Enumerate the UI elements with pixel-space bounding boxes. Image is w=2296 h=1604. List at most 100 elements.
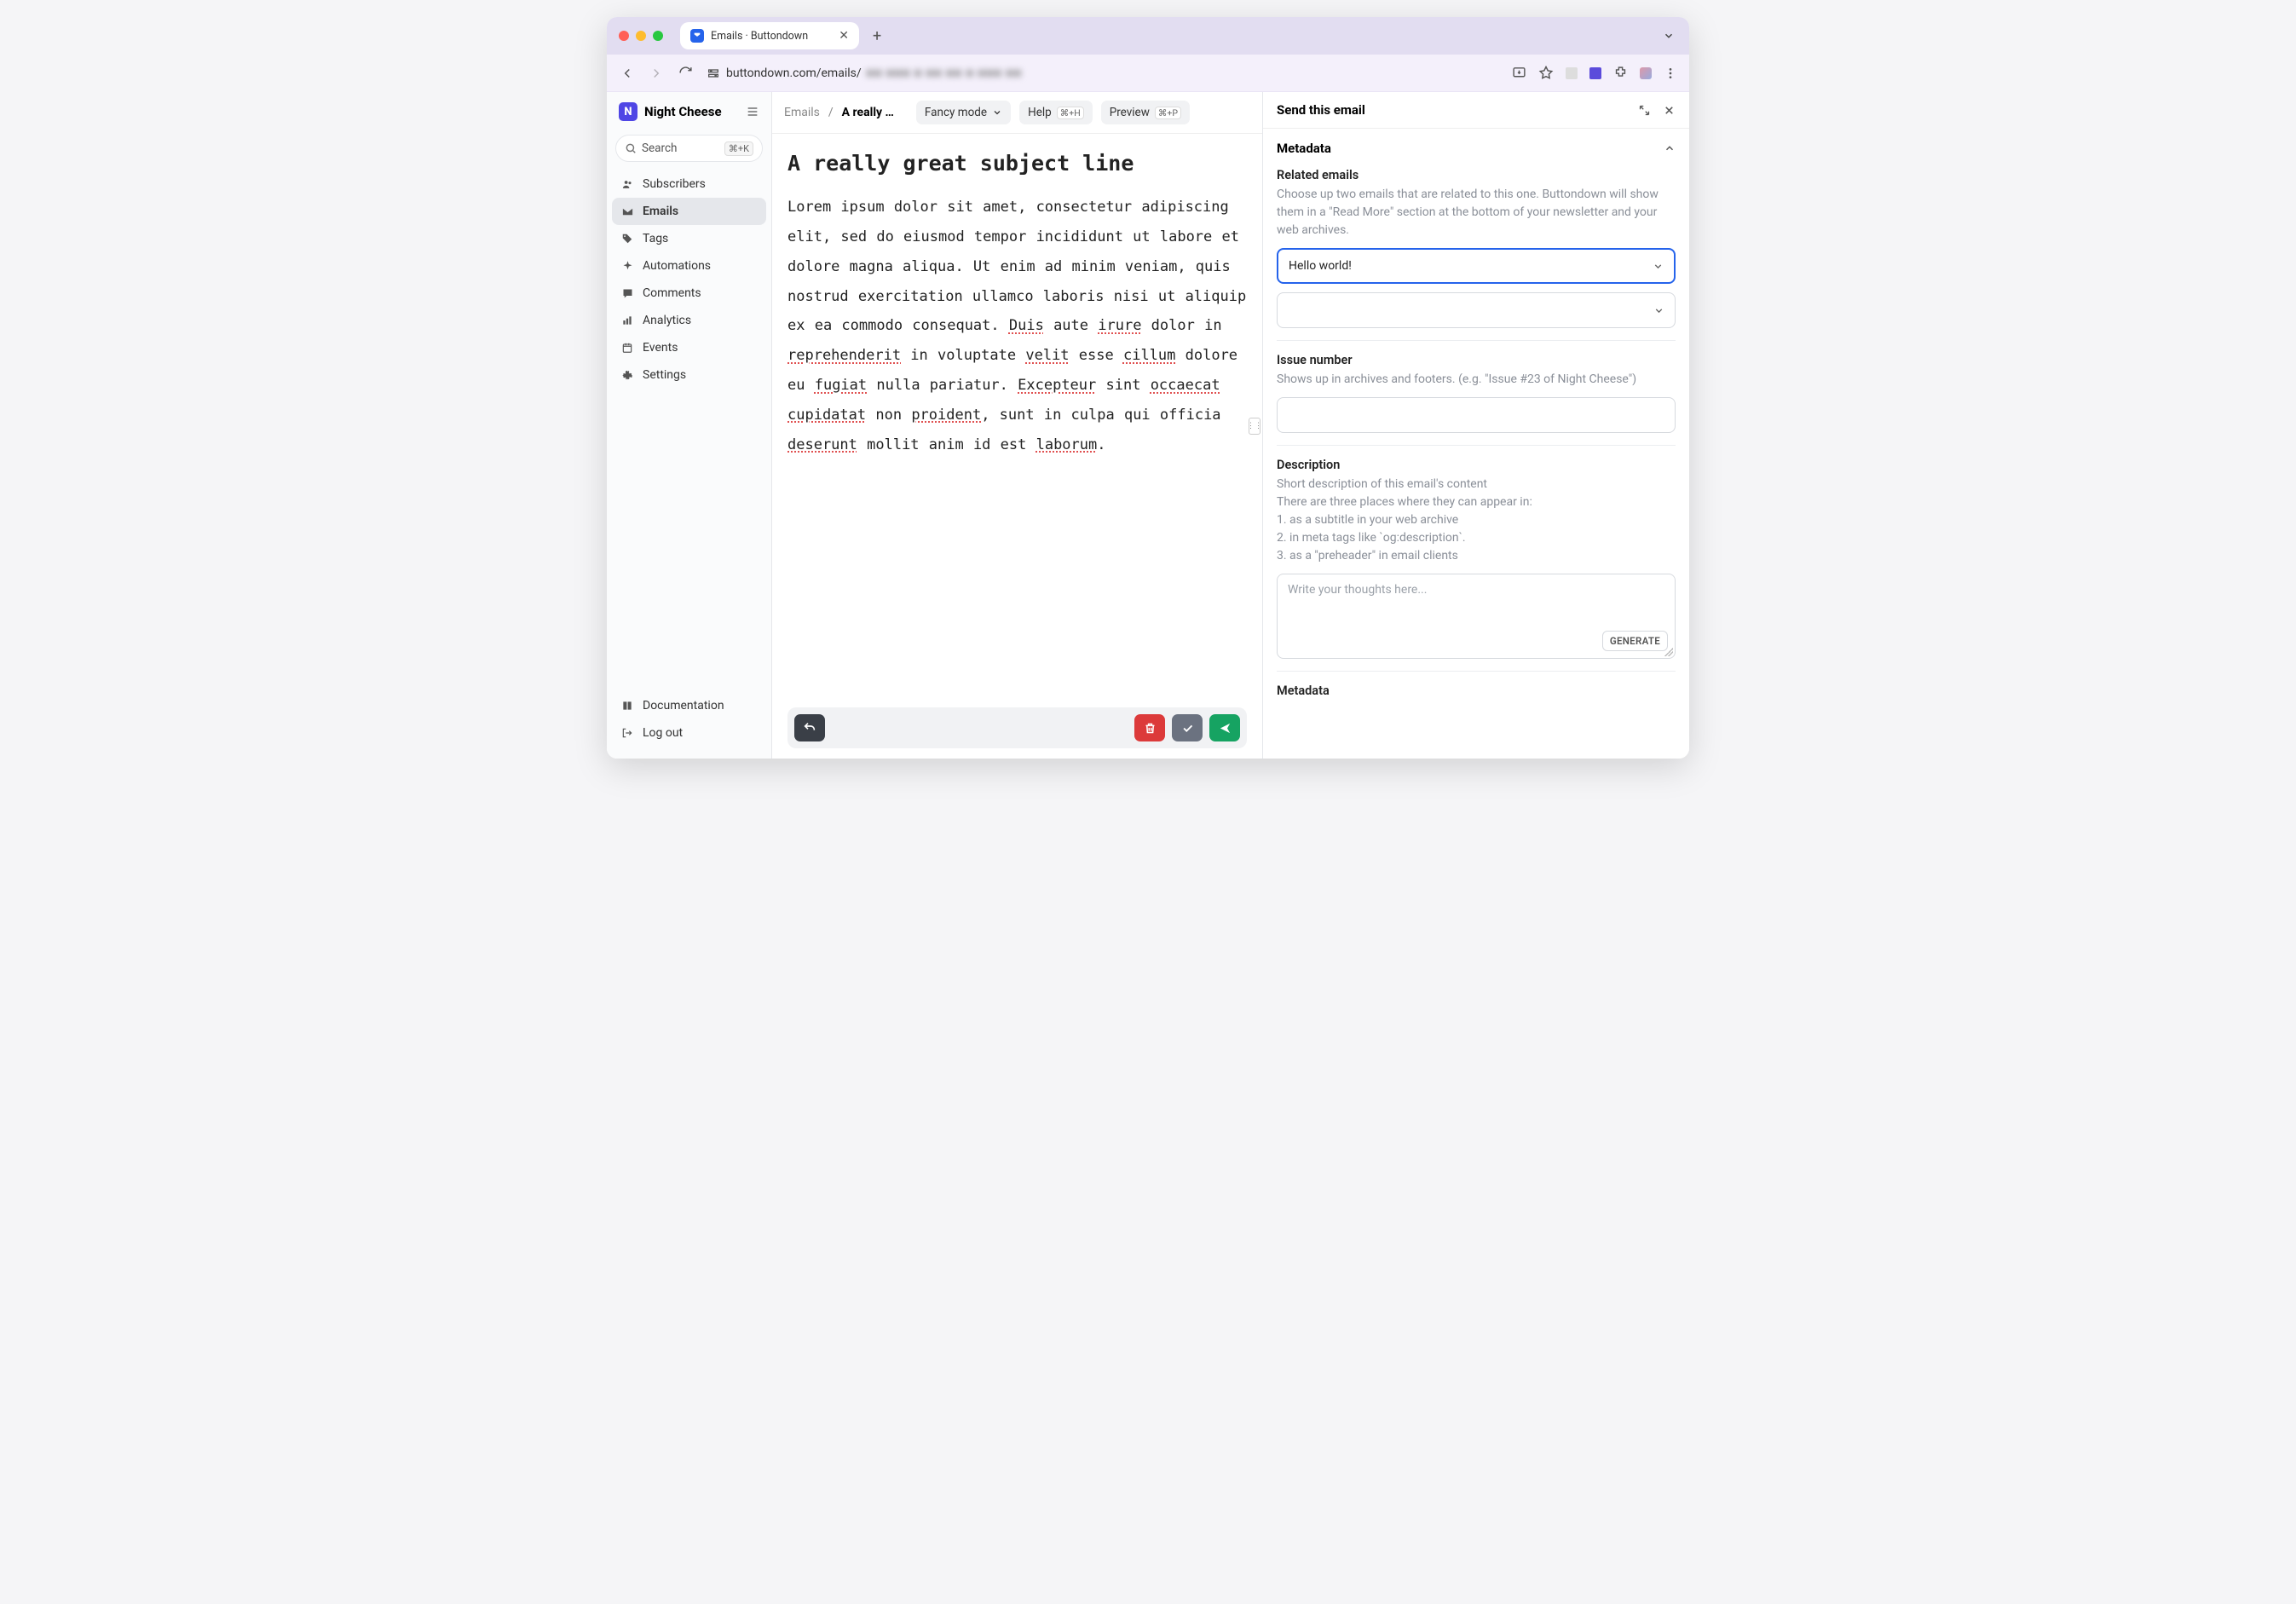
related-emails-label: Related emails [1277, 168, 1676, 182]
tab-overflow-icon[interactable] [1660, 30, 1677, 42]
users-icon [620, 178, 634, 191]
window-traffic-lights [619, 31, 663, 41]
sidebar-item-events[interactable]: Events [612, 334, 766, 361]
sidebar-item-documentation[interactable]: Documentation [612, 692, 766, 719]
subject-input[interactable]: A really great subject line [787, 151, 1247, 176]
preview-button[interactable]: Preview⌘+P [1101, 101, 1190, 124]
editor-toolbar: Emails / A really … Fancy mode Help⌘+H P… [772, 92, 1262, 134]
extensions-icon[interactable] [1613, 66, 1628, 80]
sidebar-item-analytics[interactable]: Analytics [612, 307, 766, 334]
issue-number-label: Issue number [1277, 353, 1676, 367]
sidebar-item-tags[interactable]: Tags [612, 225, 766, 252]
description-textarea[interactable]: Write your thoughts here... GENERATE [1277, 574, 1676, 659]
sidebar-item-automations[interactable]: Automations [612, 252, 766, 280]
chevron-down-icon [1653, 261, 1664, 272]
url-text: buttondown.com/emails/ [726, 66, 862, 80]
send-button[interactable] [1209, 714, 1240, 741]
profile-chip-1[interactable] [1566, 67, 1578, 79]
install-app-icon[interactable] [1512, 66, 1526, 80]
chart-icon [620, 314, 634, 326]
close-window-dot[interactable] [619, 31, 629, 41]
panel-drag-handle[interactable]: ⋮⋮ [1249, 418, 1260, 435]
tab-close-icon[interactable]: ✕ [839, 29, 849, 43]
bookmark-star-icon[interactable] [1538, 66, 1554, 81]
brand[interactable]: N Night Cheese [607, 92, 771, 131]
sidebar-item-label: Log out [643, 726, 683, 740]
issue-number-help: Shows up in archives and footers. (e.g. … [1277, 371, 1676, 389]
minimize-window-dot[interactable] [636, 31, 646, 41]
expand-icon[interactable] [1638, 104, 1651, 117]
delete-button[interactable] [1134, 714, 1165, 741]
chevron-up-icon [1664, 142, 1676, 154]
metadata-section-toggle[interactable]: Metadata [1277, 129, 1676, 163]
logout-icon [620, 727, 634, 739]
favicon-icon [690, 29, 704, 43]
breadcrumb-current: A really … [842, 106, 894, 119]
profile-avatar[interactable] [1640, 67, 1652, 79]
browser-tab-active[interactable]: Emails · Buttondown ✕ [680, 22, 859, 49]
panel-title: Send this email [1277, 102, 1365, 118]
search-shortcut: ⌘+K [724, 141, 753, 156]
sidebar-item-label: Comments [643, 286, 701, 300]
calendar-icon [620, 342, 634, 354]
description-label: Description [1277, 458, 1676, 472]
reload-icon[interactable] [677, 66, 694, 80]
sidebar-item-label: Analytics [643, 314, 691, 327]
sidebar-item-label: Events [643, 341, 678, 355]
search-icon [625, 142, 637, 154]
sparkle-icon [620, 260, 634, 273]
search-input[interactable]: Search ⌘+K [615, 135, 763, 162]
chevron-down-icon [1653, 305, 1664, 316]
url-field[interactable]: buttondown.com/emails/ ■■ ■■■ ■ ■■ ■■ ■ … [706, 66, 1500, 81]
sidebar-item-comments[interactable]: Comments [612, 280, 766, 307]
breadcrumb-sep: / [828, 106, 834, 119]
new-tab-button[interactable]: + [866, 27, 888, 45]
url-obscured: ■■ ■■■ ■ ■■ ■■ ■ ■■■ ■■ [867, 66, 1023, 80]
resize-handle-icon[interactable] [1664, 648, 1673, 656]
tag-icon [620, 233, 634, 245]
sidebar-item-logout[interactable]: Log out [612, 719, 766, 747]
sidebar-item-subscribers[interactable]: Subscribers [612, 170, 766, 198]
metadata-label-2: Metadata [1277, 684, 1676, 707]
tab-title: Emails · Buttondown [711, 30, 808, 43]
back-icon[interactable] [619, 66, 636, 81]
sidebar-item-label: Subscribers [643, 177, 706, 191]
profile-chip-2[interactable] [1589, 67, 1601, 79]
close-icon[interactable] [1663, 104, 1676, 117]
save-draft-button[interactable] [1172, 714, 1203, 741]
issue-number-input[interactable] [1277, 397, 1676, 433]
fancy-mode-button[interactable]: Fancy mode [916, 101, 1011, 124]
description-placeholder: Write your thoughts here... [1288, 583, 1427, 597]
browser-url-bar: buttondown.com/emails/ ■■ ■■■ ■ ■■ ■■ ■ … [607, 55, 1689, 92]
help-button[interactable]: Help⌘+H [1019, 101, 1093, 124]
send-panel: Send this email Metadata Related emails … [1263, 92, 1689, 759]
forward-icon[interactable] [648, 66, 665, 81]
body-editor[interactable]: Lorem ipsum dolor sit amet, consectetur … [787, 193, 1247, 460]
sidebar-item-label: Automations [643, 259, 711, 273]
sidebar-item-settings[interactable]: Settings [612, 361, 766, 389]
undo-button[interactable] [794, 714, 825, 741]
book-icon [620, 700, 634, 712]
chevron-down-icon [992, 107, 1002, 118]
browser-menu-icon[interactable] [1664, 66, 1677, 80]
related-email-select-2[interactable] [1277, 292, 1676, 328]
brand-name: Night Cheese [644, 104, 722, 119]
sidebar-item-label: Tags [643, 232, 668, 245]
mail-icon [620, 205, 634, 218]
sidebar-item-emails[interactable]: Emails [612, 198, 766, 225]
editor-action-bar [787, 707, 1247, 748]
sidebar-item-label: Emails [643, 205, 678, 218]
site-settings-icon[interactable] [706, 66, 721, 81]
editor-column: Emails / A really … Fancy mode Help⌘+H P… [772, 92, 1263, 759]
sidebar-toggle-icon[interactable] [746, 105, 759, 118]
maximize-window-dot[interactable] [653, 31, 663, 41]
generate-button[interactable]: GENERATE [1602, 631, 1668, 651]
related-email-select-1[interactable]: Hello world! [1277, 248, 1676, 284]
browser-tab-bar: Emails · Buttondown ✕ + [607, 17, 1689, 55]
comment-icon [620, 287, 634, 300]
related-emails-help: Choose up two emails that are related to… [1277, 186, 1676, 239]
sidebar: N Night Cheese Search ⌘+K Subscribers Em… [607, 92, 772, 759]
brand-icon: N [619, 102, 637, 121]
breadcrumb-root[interactable]: Emails [784, 106, 820, 119]
sidebar-item-label: Documentation [643, 699, 724, 713]
